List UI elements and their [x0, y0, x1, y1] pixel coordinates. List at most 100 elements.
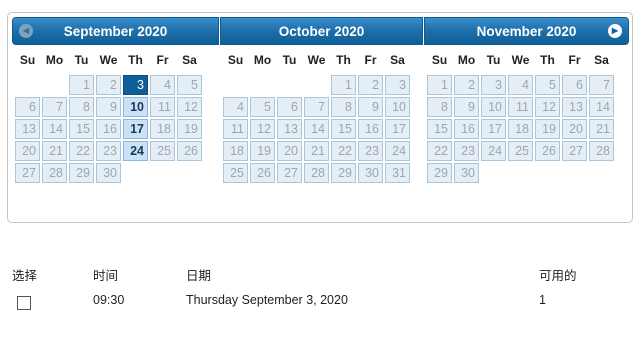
day-cell: 26	[177, 141, 202, 161]
month-grid: Su Mo Tu We Th Fr Sa 1 2 3 4 5 6 7 8 9 10 11 12 13 14 15 16 17 1…	[221, 45, 412, 185]
day-cell: 13	[15, 119, 40, 139]
empty-cell	[250, 75, 275, 95]
month-november: November 2020 ▶ Su Mo Tu We Th Fr Sa 1 2 3 4 5 6 7 8 9 1…	[424, 17, 629, 185]
month-title: November 2020	[476, 24, 577, 39]
month-header: November 2020 ▶	[424, 17, 629, 45]
day-cell: 28	[42, 163, 67, 183]
day-cell: 31	[385, 163, 410, 183]
day-cell: 16	[96, 119, 121, 139]
weekday-label: Mo	[253, 53, 272, 67]
datepicker: ◀ September 2020 Su Mo Tu We Th Fr Sa 1 2 3 4 5 6 7 8 9…	[7, 12, 633, 223]
day-cell: 22	[427, 141, 452, 161]
day-cell: 16	[454, 119, 479, 139]
empty-cell	[15, 75, 40, 95]
weekday-label: Th	[128, 53, 143, 67]
day-cell: 7	[42, 97, 67, 117]
month-header: October 2020	[220, 17, 423, 45]
day-cell: 6	[15, 97, 40, 117]
day-cell: 24	[385, 141, 410, 161]
empty-cell	[177, 163, 202, 183]
day-cell: 2	[358, 75, 383, 95]
day-cell: 14	[304, 119, 329, 139]
empty-cell	[589, 163, 614, 183]
weekday-label: Fr	[568, 53, 581, 67]
day-cell: 25	[150, 141, 175, 161]
weekday-label: Su	[19, 53, 36, 67]
month-header: ◀ September 2020	[12, 17, 219, 45]
day-cell: 27	[277, 163, 302, 183]
day-cell: 5	[177, 75, 202, 95]
empty-cell	[42, 75, 67, 95]
day-cell: 27	[15, 163, 40, 183]
empty-cell	[123, 163, 148, 183]
day-cell: 18	[150, 119, 175, 139]
day-cell: 30	[454, 163, 479, 183]
day-cell: 8	[69, 97, 94, 117]
month-title: October 2020	[278, 24, 365, 39]
weekday-label: Su	[227, 53, 244, 67]
slot-date: Thursday September 3, 2020	[186, 293, 348, 307]
day-cell: 17	[481, 119, 506, 139]
day-cell: 4	[508, 75, 533, 95]
month-title: September 2020	[63, 24, 168, 39]
weekday-label: Mo	[457, 53, 476, 67]
chevron-left-icon[interactable]: ◀	[19, 24, 33, 38]
day-cell: 8	[331, 97, 356, 117]
empty-cell	[150, 163, 175, 183]
day-cell: 25	[508, 141, 533, 161]
day-cell: 7	[304, 97, 329, 117]
weekday-label: Sa	[594, 53, 609, 67]
day-cell: 21	[304, 141, 329, 161]
day-cell: 28	[589, 141, 614, 161]
slot-available-count: 1	[539, 293, 546, 307]
day-cell: 20	[15, 141, 40, 161]
day-cell: 8	[427, 97, 452, 117]
header-time: 时间	[93, 269, 119, 283]
day-cell-available[interactable]: 17	[123, 119, 148, 139]
day-cell: 1	[331, 75, 356, 95]
day-cell: 4	[150, 75, 175, 95]
empty-cell	[277, 75, 302, 95]
day-cell-selected[interactable]: 3	[123, 75, 148, 95]
day-cell: 23	[454, 141, 479, 161]
day-cell: 13	[277, 119, 302, 139]
day-cell: 6	[562, 75, 587, 95]
day-cell: 3	[481, 75, 506, 95]
day-cell: 9	[96, 97, 121, 117]
day-cell: 15	[331, 119, 356, 139]
chevron-right-icon[interactable]: ▶	[608, 24, 622, 38]
day-cell: 13	[562, 97, 587, 117]
slot-checkbox[interactable]	[12, 293, 31, 310]
weekday-label: Su	[431, 53, 448, 67]
checkbox[interactable]	[17, 296, 31, 310]
day-cell: 26	[250, 163, 275, 183]
day-cell: 19	[535, 119, 560, 139]
day-cell: 19	[250, 141, 275, 161]
day-cell: 24	[481, 141, 506, 161]
day-cell: 14	[42, 119, 67, 139]
weekday-label: We	[307, 53, 326, 67]
day-cell: 29	[427, 163, 452, 183]
day-cell: 12	[177, 97, 202, 117]
day-cell: 11	[508, 97, 533, 117]
weekday-label: We	[99, 53, 118, 67]
day-cell: 5	[535, 75, 560, 95]
day-cell-available[interactable]: 10	[123, 97, 148, 117]
slot-time: 09:30	[93, 293, 125, 307]
day-cell-available[interactable]: 24	[123, 141, 148, 161]
day-cell: 26	[535, 141, 560, 161]
day-cell: 3	[385, 75, 410, 95]
weekday-label: Sa	[182, 53, 197, 67]
weekday-label: Tu	[486, 53, 501, 67]
day-cell: 15	[427, 119, 452, 139]
month-grid: Su Mo Tu We Th Fr Sa 1 2 3 4 5 6 7 8 9 10 11 12 13 14 15 16 17 1…	[425, 45, 616, 185]
weekday-label: Tu	[74, 53, 89, 67]
day-cell: 11	[223, 119, 248, 139]
month-grid: Su Mo Tu We Th Fr Sa 1 2 3 4 5 6 7 8 9 10 11 12 13 14 15 16 17 1…	[13, 45, 204, 185]
empty-cell	[562, 163, 587, 183]
weekday-label: Tu	[282, 53, 297, 67]
weekday-label: We	[511, 53, 530, 67]
weekday-label: Fr	[156, 53, 169, 67]
day-cell: 9	[358, 97, 383, 117]
weekday-label: Th	[540, 53, 555, 67]
